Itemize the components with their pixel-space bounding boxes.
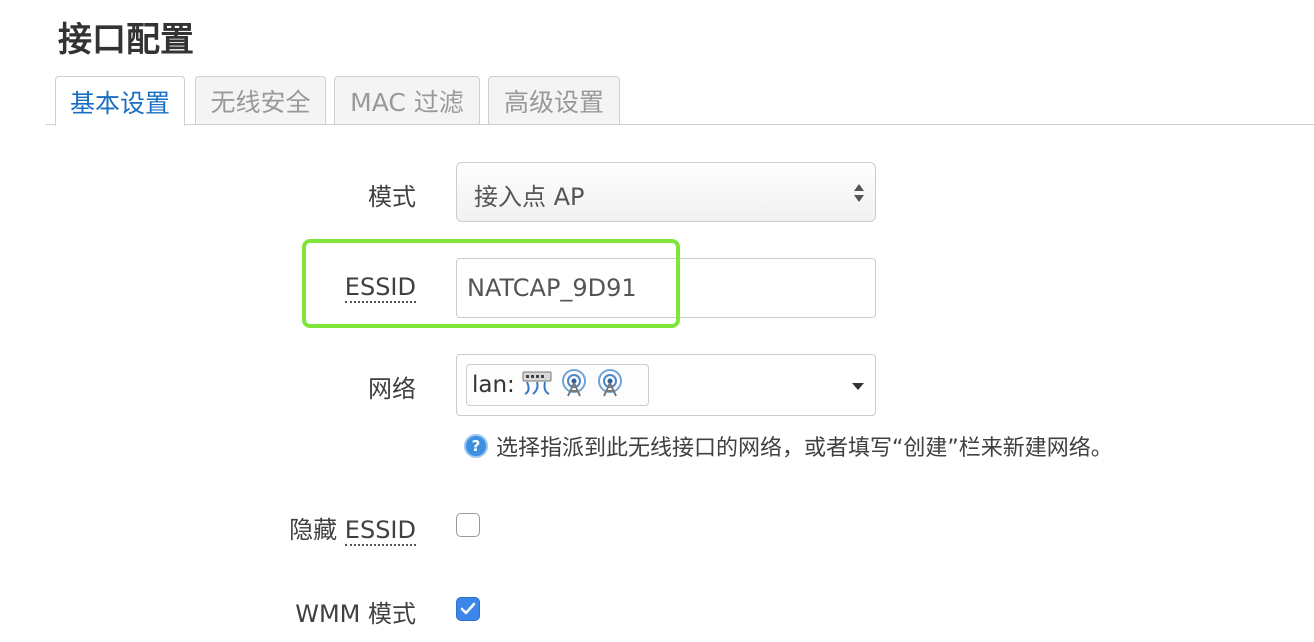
hide-essid-checkbox[interactable]	[456, 513, 480, 537]
select-arrows-icon	[854, 184, 864, 202]
essid-label-text: ESSID	[344, 273, 416, 303]
tab-mac-filter[interactable]: MAC 过滤	[334, 76, 480, 124]
hide-essid-label-prefix: 隐藏	[289, 516, 338, 544]
essid-input[interactable]	[456, 258, 876, 318]
network-label: 网络	[368, 375, 416, 403]
network-chip-text: lan:	[472, 372, 515, 398]
tab-bar: 基本设置 无线安全 MAC 过滤 高级设置	[46, 76, 1314, 126]
mode-select-value: 接入点 AP	[474, 183, 585, 211]
tab-basic-settings[interactable]: 基本设置	[55, 76, 185, 126]
network-help-text: 选择指派到此无线接口的网络，或者填写“创建”栏来新建网络。	[496, 436, 1113, 461]
ethernet-switch-icon	[521, 369, 553, 401]
tab-advanced-settings[interactable]: 高级设置	[488, 76, 620, 124]
wmm-mode-checkbox[interactable]	[456, 597, 480, 621]
wifi-icon	[595, 369, 625, 401]
network-chip-lan: lan:	[466, 364, 649, 406]
checkmark-icon	[460, 602, 476, 615]
mode-label: 模式	[368, 183, 416, 211]
tab-wireless-security[interactable]: 无线安全	[195, 76, 326, 124]
hide-essid-label-term: ESSID	[344, 516, 416, 546]
hide-essid-label: 隐藏 ESSID	[289, 510, 416, 546]
mode-select[interactable]: 接入点 AP	[456, 162, 876, 222]
network-help: ? 选择指派到此无线接口的网络，或者填写“创建”栏来新建网络。	[464, 430, 1113, 462]
page-title: 接口配置	[58, 20, 194, 60]
help-icon: ?	[464, 434, 488, 458]
network-select[interactable]: lan:	[456, 354, 876, 416]
wmm-mode-label: WMM 模式	[295, 600, 416, 628]
wifi-icon	[559, 369, 589, 401]
essid-label: ESSID	[344, 273, 416, 303]
chevron-down-icon	[852, 383, 864, 390]
